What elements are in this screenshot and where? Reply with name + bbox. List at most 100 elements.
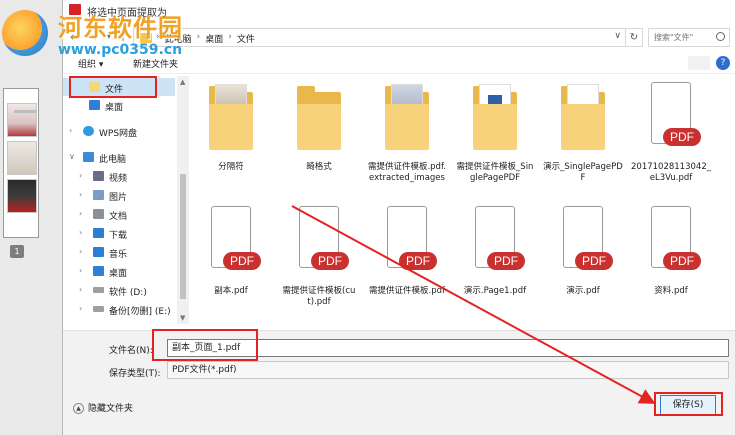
expand-chevron-icon[interactable]: › — [79, 285, 82, 294]
file-item-pdf[interactable]: PDF 需提供证件模板.pdf — [367, 200, 447, 324]
file-item-folder[interactable]: 分隔符 — [191, 76, 271, 200]
file-name: 20171028113042_eL3Vu.pdf — [631, 162, 711, 183]
pdf-file-icon: PDF — [385, 206, 437, 278]
file-item-pdf[interactable]: PDF 演示.pdf — [543, 200, 623, 324]
expand-chevron-icon[interactable]: › — [79, 304, 82, 313]
filetype-select[interactable]: PDF文件(*.pdf) — [167, 361, 729, 379]
file-name: 分隔符 — [218, 162, 244, 172]
pdf-file-icon: PDF — [209, 206, 261, 278]
thumbnail-card-3 — [7, 179, 37, 213]
nav-item-label: 下载 — [109, 231, 128, 241]
desktop-icon — [89, 100, 100, 110]
expand-chevron-icon[interactable]: › — [79, 209, 82, 218]
music-icon — [93, 247, 104, 257]
highlight-box-filename — [152, 329, 258, 361]
collapse-chevron-icon[interactable]: ∨ — [69, 152, 75, 161]
watermark-url: www.pc0359.cn — [58, 42, 183, 58]
nav-item-downloads[interactable]: › 下载 — [63, 224, 175, 242]
file-name: 资料.pdf — [654, 286, 688, 296]
file-name: 畸格式 — [306, 162, 332, 172]
address-dropdown-icon[interactable]: ∨ — [614, 31, 621, 41]
file-name: 副本.pdf — [214, 286, 248, 296]
folder-icon — [209, 82, 253, 154]
folder-icon — [297, 82, 341, 154]
nav-item-label: 桌面 — [109, 269, 128, 279]
page-thumbnail[interactable] — [3, 88, 39, 238]
file-name: 需提供证件模板.pdf — [369, 286, 445, 296]
expand-chevron-icon[interactable]: › — [79, 228, 82, 237]
help-icon[interactable]: ? — [716, 56, 730, 70]
pdf-file-icon: PDF — [473, 206, 525, 278]
highlight-box-folder — [69, 76, 157, 98]
filename-label: 文件名(N): — [109, 346, 153, 356]
folder-icon — [385, 82, 429, 154]
download-icon — [93, 228, 104, 238]
file-name: 需提供证件模板.pdf.extracted_images — [367, 162, 447, 183]
file-item-pdf[interactable]: PDF 资料.pdf — [631, 200, 711, 324]
nav-item-label: 备份[勿删] (E:) — [109, 307, 171, 317]
search-input[interactable] — [649, 29, 713, 46]
drive-icon — [93, 306, 104, 312]
expand-chevron-icon[interactable]: › — [79, 266, 82, 275]
scroll-up-icon[interactable]: ▲ — [180, 78, 185, 86]
drive-icon — [93, 287, 104, 293]
file-item-folder[interactable]: 畸格式 — [279, 76, 359, 200]
breadcrumb-item[interactable]: 文件 — [237, 32, 255, 45]
thumbnail-card-1 — [7, 103, 37, 137]
file-name: 需提供证件模板_SinglePagePDF — [456, 162, 534, 183]
nav-item-music[interactable]: › 音乐 — [63, 243, 175, 261]
nav-item-desktop[interactable]: 桌面 — [63, 96, 175, 114]
nav-item-this-pc[interactable]: ∨ 此电脑 — [63, 148, 175, 166]
refresh-icon[interactable]: ↻ — [625, 28, 643, 47]
nav-item-drive-e[interactable]: › 备份[勿删] (E:) — [63, 300, 175, 318]
file-item-folder[interactable]: 需提供证件模板_SinglePagePDF — [455, 76, 535, 200]
file-name: 演示.Page1.pdf — [463, 286, 527, 296]
folder-icon — [561, 82, 605, 154]
nav-item-label: 视频 — [109, 174, 128, 184]
nav-item-wps-cloud[interactable]: › WPS网盘 — [63, 122, 175, 140]
hide-folders-toggle[interactable]: ▲ 隐藏文件夹 — [73, 401, 133, 414]
file-item-pdf[interactable]: PDF 需提供证件模板(cut).pdf — [279, 200, 359, 324]
scrollbar-thumb[interactable] — [180, 174, 186, 299]
filetype-label: 保存类型(T): — [109, 369, 161, 379]
nav-item-label: 此电脑 — [99, 155, 127, 165]
watermark-title: 河东软件园 — [58, 14, 183, 42]
file-item-pdf[interactable]: PDF 20171028113042_eL3Vu.pdf — [631, 76, 711, 200]
document-icon — [93, 209, 104, 219]
desktop-icon — [93, 266, 104, 276]
search-icon — [716, 32, 725, 41]
folder-icon — [473, 82, 517, 154]
file-item-pdf[interactable]: PDF 演示.Page1.pdf — [455, 200, 535, 324]
watermark-logo-icon — [2, 10, 48, 56]
hide-folders-label: 隐藏文件夹 — [88, 404, 134, 414]
file-item-pdf[interactable]: PDF 副本.pdf — [191, 200, 271, 324]
view-options-icon[interactable] — [688, 56, 710, 70]
file-item-folder[interactable]: 需提供证件模板.pdf.extracted_images — [367, 76, 447, 200]
video-icon — [93, 171, 104, 181]
nav-item-drive-d[interactable]: › 软件 (D:) — [63, 281, 175, 299]
chevron-up-icon: ▲ — [73, 403, 84, 414]
expand-chevron-icon[interactable]: › — [79, 171, 82, 180]
nav-item-videos[interactable]: › 视频 — [63, 167, 175, 185]
pdf-file-icon: PDF — [561, 206, 613, 278]
scroll-down-icon[interactable]: ▼ — [180, 314, 185, 322]
navigation-pane: 文件 桌面 › WPS网盘 ∨ 此电脑 › 视频 › 图片 › 文档 › 下载 … — [63, 74, 189, 326]
page-number-badge: 1 — [10, 245, 24, 258]
thumbnail-card-2 — [7, 141, 37, 175]
nav-item-documents[interactable]: › 文档 — [63, 205, 175, 223]
expand-chevron-icon[interactable]: › — [79, 247, 82, 256]
file-list: 分隔符 畸格式 需提供证件模板.pdf.extracted_images 需提供… — [191, 76, 735, 326]
expand-chevron-icon[interactable]: › — [69, 126, 72, 135]
nav-item-label: 音乐 — [109, 250, 128, 260]
search-box[interactable] — [648, 28, 730, 47]
navigation-scrollbar[interactable]: ▲ ▼ — [177, 76, 189, 324]
file-item-folder[interactable]: 演示_SinglePagePDF — [543, 76, 623, 200]
file-name: 演示.pdf — [566, 286, 600, 296]
expand-chevron-icon[interactable]: › — [79, 190, 82, 199]
nav-item-label: 文档 — [109, 212, 128, 222]
nav-item-label: 软件 (D:) — [109, 288, 147, 298]
computer-icon — [83, 152, 94, 162]
nav-item-label: 桌面 — [105, 103, 124, 113]
nav-item-pictures[interactable]: › 图片 — [63, 186, 175, 204]
nav-item-desktop-pc[interactable]: › 桌面 — [63, 262, 175, 280]
